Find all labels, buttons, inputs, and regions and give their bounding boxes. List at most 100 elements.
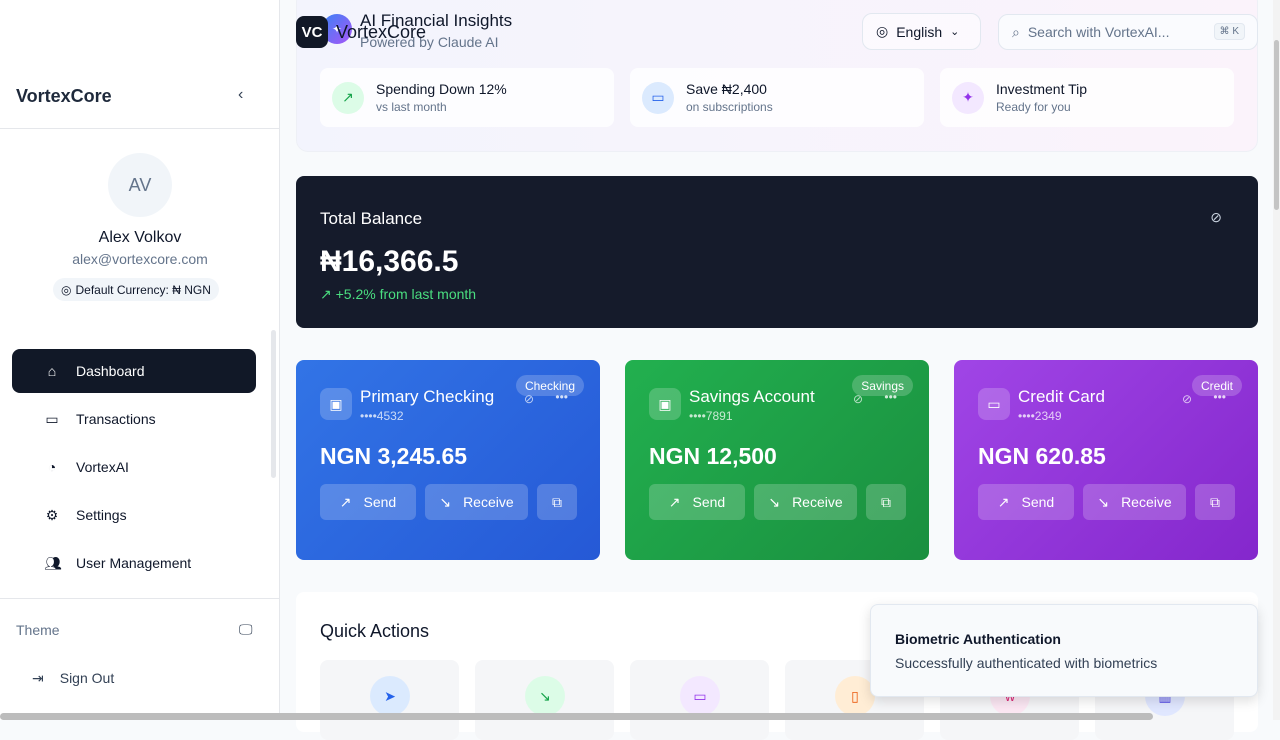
insight-subtitle: on subscriptions <box>686 100 773 114</box>
insight-card-spending[interactable]: ↗ Spending Down 12% vs last month <box>320 68 614 127</box>
currency-badge: ◎ Default Currency: ₦ NGN <box>53 278 219 301</box>
search-input[interactable]: ⌕ Search with VortexAI... ⌘ K <box>998 14 1258 50</box>
receive-button[interactable]: ↘ Receive <box>754 484 857 520</box>
receive-label: Receive <box>792 494 843 510</box>
quick-action-send[interactable]: ➤ <box>320 660 459 740</box>
send-button[interactable]: ↗ Send <box>320 484 416 520</box>
chevron-down-icon: ⌄ <box>950 26 960 38</box>
more-icon[interactable]: ••• <box>1213 390 1226 404</box>
insight-card-investment[interactable]: ✦ Investment Tip Ready for you <box>940 68 1234 127</box>
search-placeholder: Search with VortexAI... <box>1027 24 1170 40</box>
eye-off-icon[interactable]: ⊘ <box>524 392 534 406</box>
sign-out-label: Sign Out <box>59 670 115 686</box>
account-name: Credit Card <box>1018 387 1105 406</box>
sidebar-item-vortexai[interactable]: ◔ VortexAI <box>12 445 256 489</box>
arrow-down-right-icon: ↘ <box>525 676 565 716</box>
wallet-icon: ▣ <box>320 388 352 420</box>
search-icon: ⌕ <box>1012 23 1020 40</box>
receive-button[interactable]: ↘ Receive <box>425 484 528 520</box>
collapse-sidebar-icon[interactable]: ‹ <box>238 86 243 104</box>
toast-message: Successfully authenticated with biometri… <box>895 655 1158 671</box>
sidebar-brand: VortexCore <box>16 86 112 106</box>
toast-title: Biometric Authentication <box>895 631 1061 647</box>
receive-label: Receive <box>463 494 514 510</box>
quick-action-receive[interactable]: ↘ <box>475 660 614 740</box>
divider <box>0 128 279 129</box>
insight-subtitle: Ready for you <box>996 100 1071 114</box>
send-button[interactable]: ↗ Send <box>978 484 1074 520</box>
account-card-checking[interactable]: ▣ Primary Checking ••••4532 Checking ⊘ •… <box>296 360 600 560</box>
globe-icon: ◎ <box>876 23 889 39</box>
account-balance: NGN 3,245.65 <box>320 443 468 469</box>
account-balance: NGN 620.85 <box>978 443 1106 469</box>
sidebar: VortexCore ‹ AV Alex Volkov alex@vortexc… <box>0 0 280 720</box>
eye-off-icon[interactable]: ⊘ <box>1210 209 1222 226</box>
credit-card-icon: ▭ <box>680 676 720 716</box>
trending-up-icon: ↗ <box>320 286 336 302</box>
gear-icon: ⚙ <box>45 506 59 523</box>
copy-icon: ⧉ <box>881 493 891 510</box>
sidebar-item-label: User Management <box>76 555 192 571</box>
app-logo-text: VortexCore <box>336 22 427 42</box>
send-button[interactable]: ↗ Send <box>649 484 745 520</box>
insight-card-save[interactable]: ▭ Save ₦2,400 on subscriptions <box>630 68 924 127</box>
sidebar-item-dashboard[interactable]: ⌂ Dashboard <box>12 349 256 393</box>
vertical-scrollbar-thumb[interactable] <box>1274 40 1279 210</box>
horizontal-scrollbar[interactable] <box>0 713 1153 720</box>
insight-title: Spending Down 12% <box>376 81 507 97</box>
balance-label: Total Balance <box>320 209 423 228</box>
send-label: Send <box>692 494 726 510</box>
eye-off-icon[interactable]: ⊘ <box>853 392 863 406</box>
more-icon[interactable]: ••• <box>884 390 897 404</box>
sidebar-item-user-management[interactable]: 👥︎ User Management <box>12 541 256 585</box>
language-selector[interactable]: ◎ English ⌄ <box>862 13 981 50</box>
account-card-savings[interactable]: ▣ Savings Account ••••7891 Savings ⊘ •••… <box>625 360 929 560</box>
copy-button[interactable]: ⧉ <box>1195 484 1235 520</box>
copy-button[interactable]: ⧉ <box>537 484 577 520</box>
currency-label: Default Currency: ₦ NGN <box>75 282 211 297</box>
theme-label: Theme <box>16 622 60 638</box>
pie-chart-icon: ◔ <box>47 459 57 475</box>
quick-action-card[interactable]: ▭ <box>630 660 769 740</box>
app-logo: VC <box>296 16 328 48</box>
total-balance-card: Total Balance ₦16,366.5 ↗ +5.2% from las… <box>296 176 1258 328</box>
sidebar-item-settings[interactable]: ⚙ Settings <box>12 493 256 537</box>
send-label: Send <box>363 494 397 510</box>
user-name: Alex Volkov <box>98 229 182 246</box>
trending-up-icon: ↗ <box>332 81 364 114</box>
receive-label: Receive <box>1121 494 1172 510</box>
eye-off-icon[interactable]: ⊘ <box>1182 392 1192 406</box>
avatar: AV <box>108 153 172 217</box>
arrow-up-right-icon: ↗ <box>997 493 1010 510</box>
arrow-down-right-icon: ↘ <box>768 493 781 510</box>
balance-amount: ₦16,366.5 <box>320 245 459 278</box>
insight-subtitle: vs last month <box>376 100 447 114</box>
more-icon[interactable]: ••• <box>555 390 568 404</box>
account-card-credit[interactable]: ▭ Credit Card ••••2349 Credit ⊘ ••• NGN … <box>954 360 1258 560</box>
toast-notification: Biometric Authentication Successfully au… <box>870 604 1258 697</box>
send-icon: ➤ <box>370 676 410 716</box>
sign-out-icon: ⇥ <box>32 670 44 686</box>
account-balance: NGN 12,500 <box>649 443 777 469</box>
smartphone-icon: ▯ <box>835 676 875 716</box>
sign-out-button[interactable]: ⇥ Sign Out <box>32 670 114 687</box>
receive-button[interactable]: ↘ Receive <box>1083 484 1186 520</box>
copy-icon: ⧉ <box>552 493 562 510</box>
sidebar-scrollbar[interactable] <box>271 330 276 478</box>
credit-card-icon: ▭ <box>642 81 674 114</box>
account-name: Primary Checking <box>360 387 495 406</box>
monitor-icon[interactable]: 🖵︎ <box>239 621 253 638</box>
quick-actions-title: Quick Actions <box>320 621 430 641</box>
sparkles-icon: ✦ <box>952 81 984 114</box>
sidebar-item-label: Dashboard <box>76 363 145 379</box>
send-label: Send <box>1021 494 1055 510</box>
sidebar-item-transactions[interactable]: ▭ Transactions <box>12 397 256 441</box>
globe-icon: ◎ <box>61 282 72 297</box>
credit-card-icon: ▭ <box>45 410 59 427</box>
arrow-up-right-icon: ↗ <box>339 493 352 510</box>
copy-button[interactable]: ⧉ <box>866 484 906 520</box>
balance-change: ↗ +5.2% from last month <box>320 286 476 303</box>
insight-title: Investment Tip <box>996 81 1088 97</box>
copy-icon: ⧉ <box>1210 493 1220 510</box>
balance-change-text: +5.2% from last month <box>335 286 477 302</box>
